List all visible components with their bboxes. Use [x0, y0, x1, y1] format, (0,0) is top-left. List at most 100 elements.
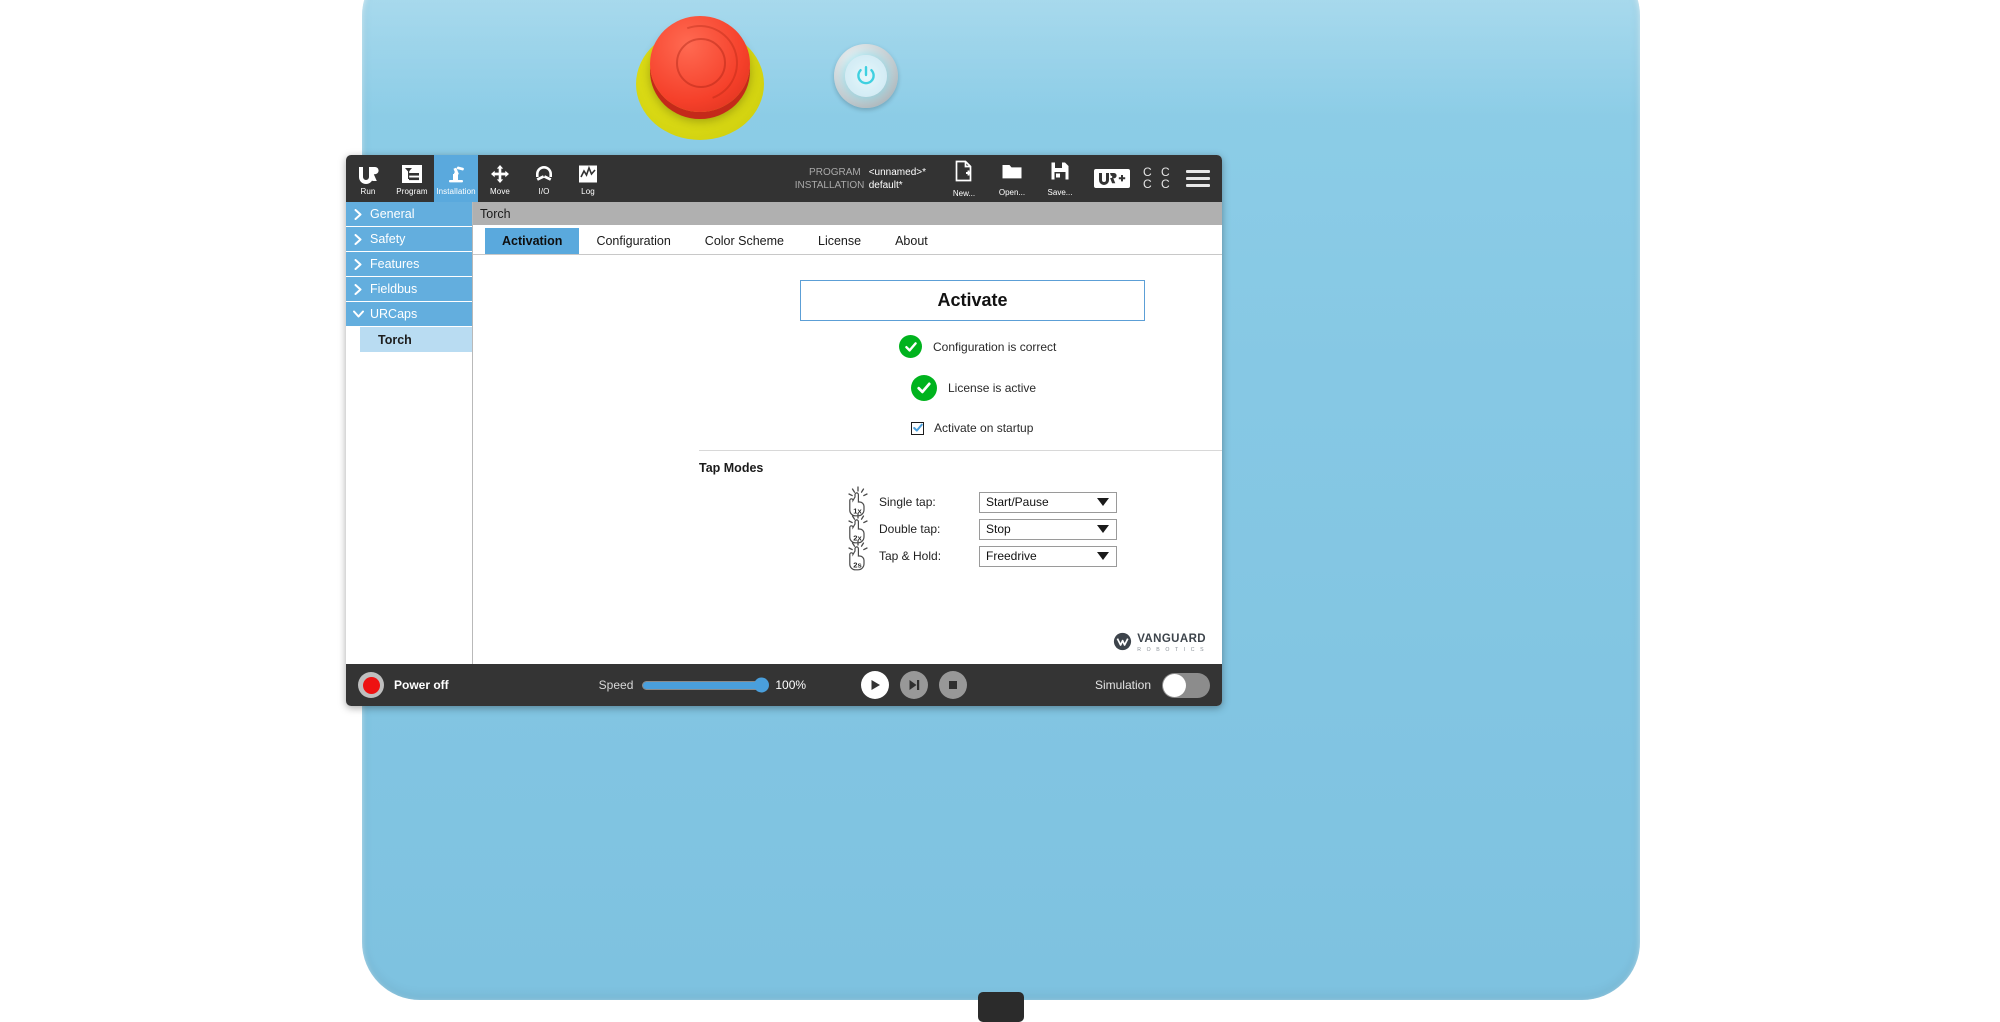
sidebar-item-fieldbus[interactable]: Fieldbus: [346, 277, 472, 302]
emergency-stop-button[interactable]: [636, 12, 764, 142]
screen-body: General Safety Features Fieldbus URCaps …: [346, 202, 1222, 664]
new-file-button[interactable]: New...: [940, 155, 988, 202]
sidebar-label-general: General: [370, 207, 415, 221]
toolbar-label-run: Run: [360, 186, 376, 196]
io-gauge-icon: [533, 162, 555, 186]
status-configuration-text: Configuration is correct: [933, 339, 1057, 354]
installation-row: INSTALLATION default*: [795, 180, 926, 191]
power-status-label: Power off: [394, 678, 449, 692]
tap-and-hold-dropdown[interactable]: Freedrive: [979, 545, 1117, 567]
simulation-toggle-knob: [1163, 673, 1186, 697]
sidebar-item-torch[interactable]: Torch: [360, 327, 472, 352]
tab-label-configuration: Configuration: [596, 234, 671, 248]
save-disk-icon: [1050, 161, 1070, 186]
toolbar-button-run[interactable]: Run: [346, 155, 390, 202]
sidebar-label-urcaps: URCaps: [370, 307, 418, 321]
single-tap-dropdown[interactable]: Start/Pause: [979, 491, 1117, 513]
tab-label-about: About: [895, 234, 928, 248]
simulation-label: Simulation: [1094, 678, 1151, 692]
power-status-button[interactable]: Power off: [358, 672, 449, 698]
activate-button[interactable]: Activate: [800, 280, 1145, 321]
tap-modes-heading: Tap Modes: [699, 461, 763, 475]
single-tap-value: Start/Pause: [986, 495, 1049, 509]
activate-button-label: Activate: [937, 290, 1008, 310]
chevron-down-icon: [1097, 552, 1109, 560]
sidebar-item-urcaps[interactable]: URCaps: [346, 302, 472, 327]
bottom-status-bar: Power off Speed 100% Simulation: [346, 664, 1222, 706]
cc-cell-3: C: [1161, 177, 1170, 191]
toolbar-label-installation: Installation: [436, 186, 476, 196]
pendant-screen: Run Program Installation Move I/O Log PR…: [346, 155, 1222, 706]
double-tap-dropdown[interactable]: Stop: [979, 518, 1117, 540]
vendor-logo-text: VANGUARD R O B O T I C S: [1137, 629, 1206, 654]
power-button[interactable]: [834, 44, 898, 108]
tap-and-hold-hand-icon: 2s: [843, 539, 873, 573]
toolbar-label-move: Move: [490, 186, 510, 196]
new-file-icon: [954, 160, 974, 187]
tab-about[interactable]: About: [878, 228, 945, 254]
toolbar-button-program[interactable]: Program: [390, 155, 434, 202]
section-divider: [699, 450, 1222, 451]
step-forward-icon: [909, 680, 920, 690]
single-tap-label: Single tap:: [879, 495, 936, 509]
content-area: Torch Activation Configuration Color Sch…: [473, 202, 1222, 664]
toolbar-button-move[interactable]: Move: [478, 155, 522, 202]
installation-name-value: default*: [868, 179, 903, 191]
sidebar-item-features[interactable]: Features: [346, 252, 472, 277]
vanguard-mark-icon: [1114, 632, 1132, 651]
cc-status-grid[interactable]: C C C C: [1143, 166, 1173, 191]
activation-panel: Activate Configuration is correct Licens…: [473, 255, 1222, 664]
sidebar-item-general[interactable]: General: [346, 202, 472, 227]
play-button[interactable]: [861, 671, 890, 699]
tab-configuration[interactable]: Configuration: [579, 228, 687, 254]
hamburger-line-2: [1186, 177, 1210, 180]
status-license-text: License is active: [948, 381, 1037, 395]
stop-button[interactable]: [939, 671, 968, 699]
speed-slider-knob[interactable]: [754, 677, 770, 693]
status-license: License is active: [911, 375, 1036, 401]
chevron-right-icon: [353, 233, 364, 245]
installation-key-label: INSTALLATION: [794, 179, 865, 191]
chevron-down-icon: [1097, 525, 1109, 533]
tab-activation[interactable]: Activation: [485, 228, 580, 254]
save-file-button[interactable]: Save...: [1036, 155, 1084, 202]
step-button[interactable]: [900, 671, 929, 699]
double-tap-label: Double tap:: [879, 522, 941, 536]
page-title-text: Torch: [480, 206, 511, 221]
toolbar-button-installation[interactable]: Installation: [434, 155, 478, 202]
tab-license[interactable]: License: [801, 228, 878, 254]
tab-label-license: License: [818, 234, 862, 248]
ur-logo-icon: [357, 162, 379, 186]
activate-on-startup-checkbox[interactable]: [911, 421, 924, 435]
open-file-button[interactable]: Open...: [988, 155, 1036, 202]
toolbar-label-program: Program: [396, 186, 428, 196]
program-key-label: PROGRAM: [809, 166, 861, 178]
hamburger-menu-icon[interactable]: [1186, 170, 1210, 187]
chevron-down-icon: [353, 310, 364, 319]
tap-and-hold-value: Freedrive: [986, 549, 1037, 563]
tab-color-scheme[interactable]: Color Scheme: [688, 228, 801, 254]
tap-modes-heading-text: Tap Modes: [699, 461, 764, 475]
green-check-icon: [899, 335, 922, 358]
svg-text:2s: 2s: [853, 561, 861, 570]
toolbar-button-io[interactable]: I/O: [522, 155, 566, 202]
chevron-right-icon: [353, 208, 364, 220]
simulation-toggle[interactable]: [1162, 672, 1210, 698]
program-row: PROGRAM <unnamed>*: [795, 167, 926, 178]
estop-red-cap: [649, 12, 751, 114]
sidebar-item-safety[interactable]: Safety: [346, 227, 472, 252]
sidebar-label-safety: Safety: [370, 232, 406, 246]
speed-slider[interactable]: [642, 677, 770, 693]
status-configuration: Configuration is correct: [899, 335, 1056, 358]
vendor-subtitle: R O B O T I C S: [1137, 647, 1206, 653]
transport-controls: [861, 671, 968, 699]
save-file-label: Save...: [1047, 187, 1073, 197]
toolbar-button-log[interactable]: Log: [566, 155, 610, 202]
ur-plus-logo-icon[interactable]: [1094, 169, 1130, 188]
log-graph-icon: [577, 162, 599, 186]
double-tap-value: Stop: [986, 522, 1011, 536]
tap-and-hold-label: Tap & Hold:: [879, 549, 942, 563]
toolbar-label-log: Log: [581, 186, 595, 196]
speed-value-label: 100%: [775, 678, 807, 692]
open-file-label: Open...: [998, 187, 1026, 197]
